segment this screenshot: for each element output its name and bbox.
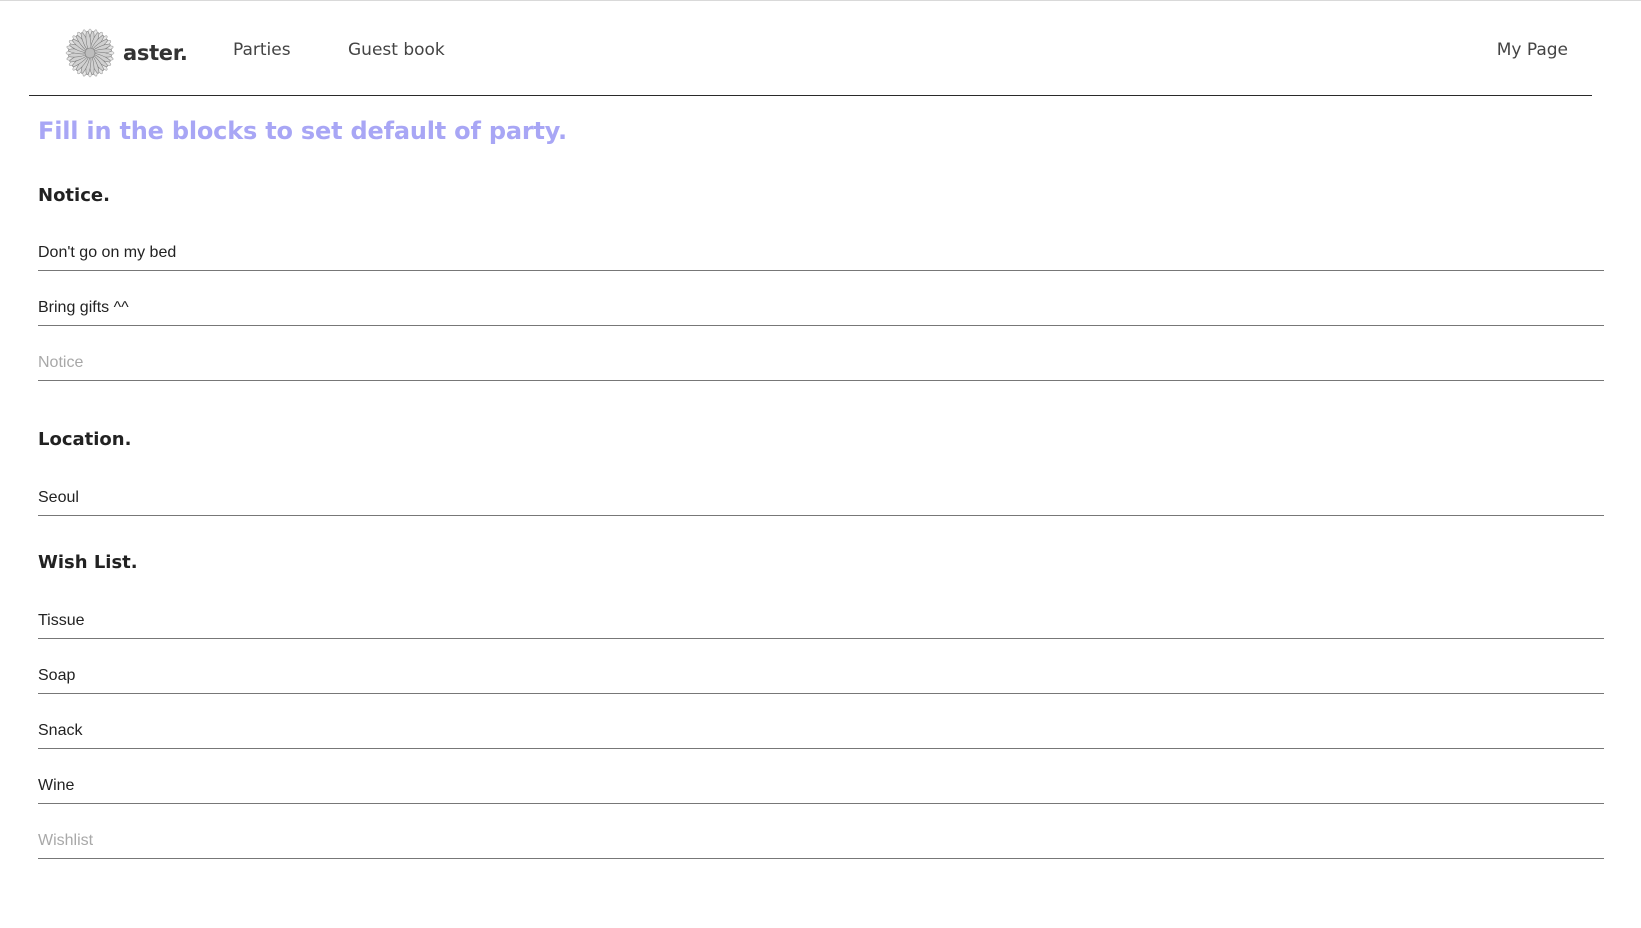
navbar: aster. Parties Guest book My Page: [29, 1, 1592, 96]
logo-link[interactable]: aster.: [64, 27, 188, 79]
nav-my-page[interactable]: My Page: [1497, 40, 1568, 60]
notice-new-input[interactable]: [38, 345, 1604, 381]
notice-input[interactable]: [38, 235, 1604, 271]
wishlist-new-input[interactable]: [38, 823, 1604, 859]
nav-parties[interactable]: Parties: [233, 40, 291, 60]
page-title: Fill in the blocks to set default of par…: [38, 117, 567, 145]
wishlist-input[interactable]: [38, 768, 1604, 804]
location-input[interactable]: [38, 480, 1604, 516]
notice-input[interactable]: [38, 290, 1604, 326]
nav-guest-book[interactable]: Guest book: [348, 40, 445, 60]
wishlist-input[interactable]: [38, 713, 1604, 749]
location-section-title: Location.: [38, 429, 132, 450]
notice-section-title: Notice.: [38, 185, 110, 206]
aster-flower-icon: [65, 28, 115, 78]
logo-text: aster.: [123, 41, 188, 65]
wishlist-section-title: Wish List.: [38, 552, 138, 573]
wishlist-input[interactable]: [38, 603, 1604, 639]
wishlist-input[interactable]: [38, 658, 1604, 694]
